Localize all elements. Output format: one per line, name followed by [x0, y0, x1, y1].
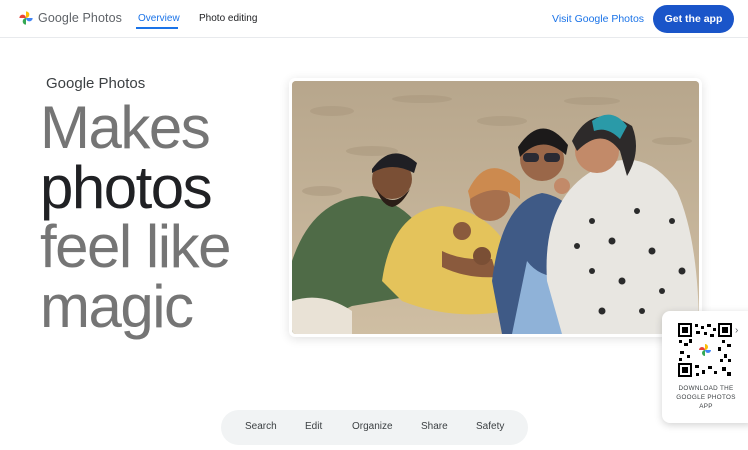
section-nav-search[interactable]: Search	[245, 421, 277, 432]
section-navigation: Search Edit Organize Share Safety	[221, 410, 528, 445]
tab-photo-editing[interactable]: Photo editing	[199, 13, 257, 24]
hero-headline: Makes photos feel like magic	[40, 94, 231, 340]
qr-code-icon	[678, 323, 732, 377]
group-photo	[292, 81, 699, 334]
download-app-qr-panel[interactable]: › DOWNLOAD THE GOOGLE PHOTOS APP	[662, 311, 748, 423]
headline-line-1: Makes	[40, 94, 211, 161]
active-tab-indicator	[136, 27, 178, 29]
headline-line-2: photos	[40, 153, 213, 221]
qr-caption: DOWNLOAD THE GOOGLE PHOTOS APP	[676, 385, 736, 410]
headline-line-4: magic	[40, 272, 194, 340]
hero-brand-wordmark: Google Photos	[46, 75, 145, 92]
section-nav-organize[interactable]: Organize	[352, 421, 393, 432]
tab-overview[interactable]: Overview	[138, 13, 180, 24]
headline-line-3: feel like	[40, 213, 231, 280]
top-navigation-bar: Google Photos Overview Photo editing Vis…	[0, 0, 748, 38]
chevron-right-icon[interactable]: ›	[735, 325, 738, 336]
section-nav-edit[interactable]: Edit	[305, 421, 322, 432]
google-photos-pinwheel-icon	[19, 11, 33, 25]
group-photo-illustration	[292, 81, 699, 334]
hero-photo-card	[289, 78, 702, 337]
brand-name: Google Photos	[38, 11, 122, 25]
section-nav-share[interactable]: Share	[421, 421, 448, 432]
section-nav-safety[interactable]: Safety	[476, 421, 504, 432]
brand-logo[interactable]: Google Photos	[18, 10, 122, 26]
visit-google-photos-link[interactable]: Visit Google Photos	[552, 13, 644, 25]
hero-brand-text: Google Photos	[46, 75, 146, 92]
get-the-app-button[interactable]: Get the app	[653, 5, 734, 33]
